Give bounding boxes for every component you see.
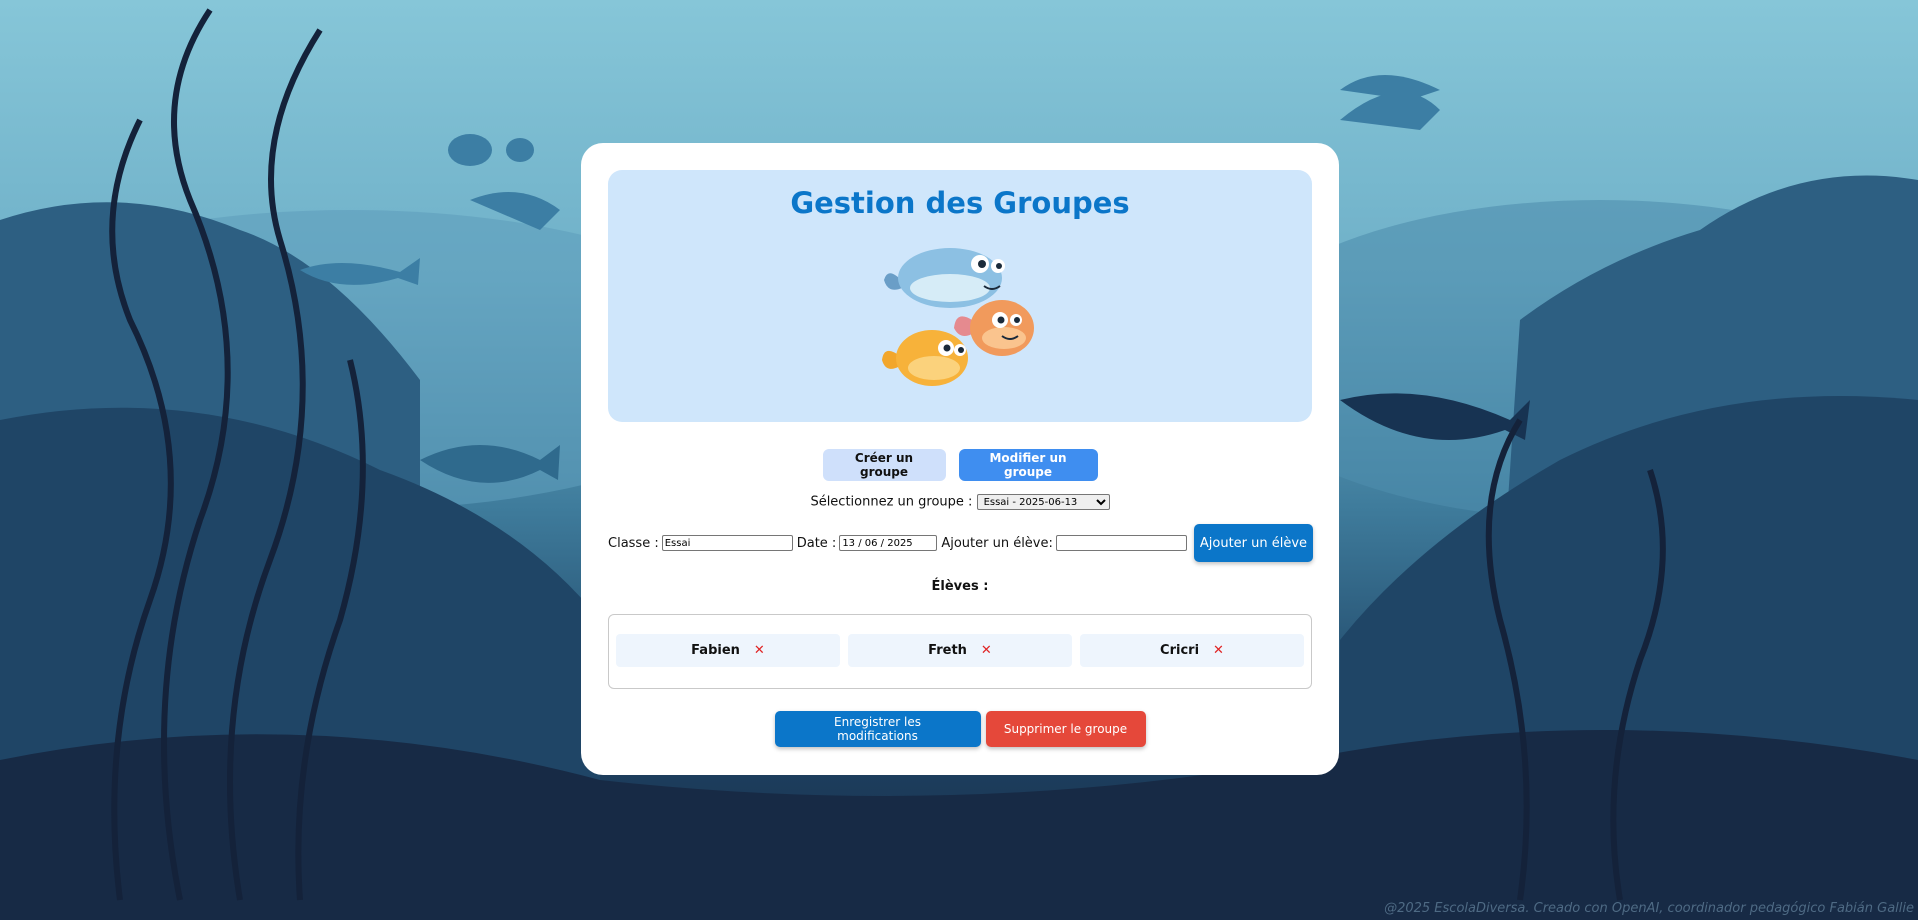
blue-fish-icon [884, 248, 1005, 308]
classe-input[interactable] [661, 535, 793, 551]
create-group-button[interactable]: Créer un groupe [822, 449, 946, 481]
date-label: Date : [796, 535, 837, 551]
save-changes-button[interactable]: Enregistrer les modifications [774, 711, 981, 747]
page-title: Gestion des Groupes [790, 186, 1130, 220]
pink-fish-icon [954, 300, 1034, 356]
fish-illustration [882, 248, 1034, 386]
remove-student-icon[interactable]: ✕ [981, 643, 992, 658]
mode-tabs: Créer un groupe Modifier un groupe [581, 449, 1339, 481]
header-banner: Gestion des Groupes [608, 170, 1312, 422]
remove-student-icon[interactable]: ✕ [1213, 643, 1224, 658]
group-form-row: Classe : Date : Ajouter un élève: Ajoute… [608, 524, 1314, 562]
student-name: Freth [928, 643, 967, 658]
classe-label: Classe : [608, 535, 659, 551]
add-student-input[interactable] [1055, 535, 1187, 551]
group-select-label: Sélectionnez un groupe : [810, 494, 973, 510]
student-name: Cricri [1160, 643, 1200, 658]
date-input[interactable] [839, 535, 938, 551]
orange-fish-icon [882, 330, 968, 386]
group-management-card: Gestion des Groupes Créer un groupe Modi… [581, 143, 1339, 775]
student-chip: Fabien ✕ [616, 634, 840, 667]
footer-credit: @2025 EscolaDiversa. Creado con OpenAI, … [1384, 901, 1914, 916]
students-heading: Élèves : [931, 579, 989, 594]
add-student-label: Ajouter un élève: [941, 535, 1053, 551]
student-name: Fabien [691, 643, 740, 658]
remove-student-icon[interactable]: ✕ [754, 643, 765, 658]
students-list: Fabien ✕ Freth ✕ Cricri ✕ [608, 614, 1312, 689]
group-select[interactable]: Essai - 2025-06-13 [976, 494, 1110, 510]
delete-group-button[interactable]: Supprimer le groupe [985, 711, 1146, 747]
group-select-row: Sélectionnez un groupe : Essai - 2025-06… [581, 494, 1339, 510]
student-chip: Freth ✕ [848, 634, 1072, 667]
student-chip: Cricri ✕ [1080, 634, 1304, 667]
modify-group-button[interactable]: Modifier un groupe [958, 449, 1098, 481]
group-actions: Enregistrer les modifications Supprimer … [581, 711, 1339, 747]
add-student-button[interactable]: Ajouter un élève [1193, 524, 1314, 562]
